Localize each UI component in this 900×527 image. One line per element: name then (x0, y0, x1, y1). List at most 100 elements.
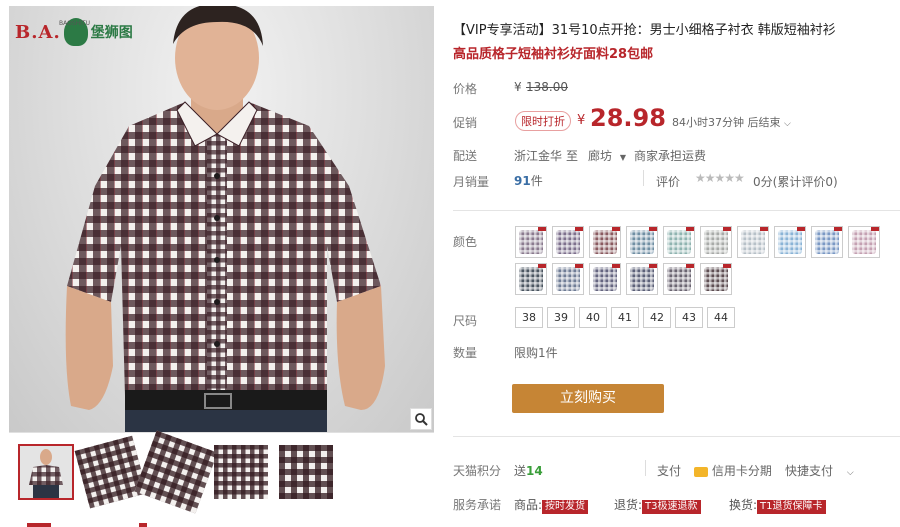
swatch-corner-mark (686, 264, 694, 268)
swatch-corner-mark (760, 227, 768, 231)
swatch-corner-mark (575, 227, 583, 231)
product-subtitle: 高品质格子短袖衬衫好面料28包邮 (453, 47, 654, 62)
swatch-pattern (815, 230, 839, 254)
brand-logo-text: B.A. (15, 21, 61, 43)
divider-line (643, 170, 644, 186)
swatch-pattern (630, 267, 654, 291)
credit-card-icon (694, 466, 708, 477)
brand-logo: B.A. 堡狮图 BAOSHITU (15, 18, 133, 46)
express-pay[interactable]: 快捷支付 ⌵ (785, 462, 854, 479)
color-label: 颜色 (453, 235, 478, 249)
countdown-timer[interactable]: 84小时37分钟 后结束 ⌵ (672, 114, 791, 130)
color-swatch[interactable] (811, 226, 843, 258)
service-badge-2: T3极速退款 (642, 500, 701, 514)
size-option[interactable]: 39 (547, 307, 575, 328)
thumbnail-5[interactable] (279, 445, 333, 499)
color-swatch[interactable] (589, 226, 621, 258)
quantity-label: 数量 (453, 346, 478, 360)
swatch-pattern (593, 267, 617, 291)
swatch-corner-mark (649, 227, 657, 231)
original-price: 138.00 (526, 80, 568, 94)
service-badge-3: T1退货保障卡 (757, 500, 826, 514)
swatch-corner-mark (538, 227, 546, 231)
swatch-pattern (741, 230, 765, 254)
thumbnail-model-image (19, 445, 73, 499)
swatch-pattern (704, 230, 728, 254)
swatch-corner-mark (575, 264, 583, 268)
service-badge-1: 按时发货 (542, 500, 589, 514)
size-option[interactable]: 38 (515, 307, 543, 328)
swatch-corner-mark (834, 227, 842, 231)
swatch-pattern (556, 267, 580, 291)
chevron-down-icon-2: ⌵ (846, 468, 854, 478)
ship-arrow: 至 (566, 149, 579, 163)
color-swatch[interactable] (774, 226, 806, 258)
swatch-pattern (630, 230, 654, 254)
swatch-corner-mark (871, 227, 879, 231)
color-swatch[interactable] (700, 226, 732, 258)
thumbnail-strip (9, 430, 434, 527)
color-swatch[interactable] (515, 226, 547, 258)
size-option[interactable]: 41 (611, 307, 639, 328)
swatch-pattern (519, 267, 543, 291)
color-swatch[interactable] (552, 226, 584, 258)
buy-now-button[interactable]: 立刻购买 (512, 384, 664, 413)
chevron-down-icon: ⌵ (784, 119, 791, 129)
swatch-corner-mark (797, 227, 805, 231)
service-label: 服务承诺 (453, 498, 502, 512)
service-item-2[interactable]: 退货: T3极速退款 (614, 496, 701, 514)
thumbnail-3[interactable] (134, 430, 218, 514)
active-thumb-indicator (27, 523, 51, 527)
color-swatch[interactable] (663, 226, 695, 258)
swatch-pattern (556, 230, 580, 254)
size-option[interactable]: 40 (579, 307, 607, 328)
size-option[interactable]: 43 (675, 307, 703, 328)
size-option[interactable]: 44 (707, 307, 735, 328)
sales-count: 91 (514, 174, 531, 188)
ship-destination: 廊坊 (588, 149, 613, 163)
promo-price: 28.98 (590, 104, 666, 132)
color-swatch[interactable] (663, 263, 695, 295)
swatch-corner-mark (612, 227, 620, 231)
service-item-3[interactable]: 换货: T1退货保障卡 (729, 496, 826, 514)
swatch-pattern (704, 267, 728, 291)
ship-from: 浙江金华 (514, 149, 563, 163)
points-label: 天猫积分 (453, 464, 502, 478)
service-item-1[interactable]: 商品: 按时发货 (514, 496, 589, 514)
color-swatch[interactable] (626, 226, 658, 258)
size-option[interactable]: 42 (643, 307, 671, 328)
thumbnail-4[interactable] (214, 445, 268, 499)
ship-destination-select[interactable]: 廊坊 ▼ (588, 147, 626, 164)
section-divider (453, 210, 900, 211)
thumb-marker (139, 523, 147, 527)
main-product-image[interactable]: B.A. 堡狮图 BAOSHITU (9, 6, 434, 432)
shipping-note: 商家承担运费 (634, 149, 707, 163)
express-pay-text: 快捷支付 (785, 464, 834, 478)
shipping-label: 配送 (453, 149, 478, 163)
divider-line-2 (645, 460, 646, 476)
thumbnail-1[interactable] (18, 444, 74, 500)
quantity-limit: 限购1件 (514, 346, 558, 360)
countdown-text: 84小时37分钟 后结束 (672, 116, 781, 129)
color-swatch[interactable] (552, 263, 584, 295)
zoom-button[interactable] (410, 408, 432, 430)
color-swatch[interactable] (589, 263, 621, 295)
thumbnail-2[interactable] (74, 435, 148, 509)
card-installment-text: 信用卡分期 (711, 464, 772, 478)
color-swatch[interactable] (515, 263, 547, 295)
rating-label: 评价 (656, 175, 681, 189)
brand-logo-sub: BAOSHITU (59, 20, 90, 27)
product-title: 【VIP专享活动】31号10点开抢：男士小细格子衬衣 韩版短袖衬衫 (453, 23, 836, 38)
rating-link[interactable]: 0分(累计评价0) (753, 173, 838, 190)
service-item-2-label: 退货: (614, 498, 643, 512)
color-swatch[interactable] (848, 226, 880, 258)
color-swatch[interactable] (626, 263, 658, 295)
swatch-corner-mark (723, 264, 731, 268)
card-installment[interactable]: 信用卡分期 (694, 462, 772, 479)
swatch-pattern (519, 230, 543, 254)
color-swatch[interactable] (700, 263, 732, 295)
sales-label: 月销量 (453, 175, 490, 189)
points-prefix: 送 (514, 464, 527, 478)
color-swatch[interactable] (737, 226, 769, 258)
service-item-3-label: 换货: (729, 498, 758, 512)
